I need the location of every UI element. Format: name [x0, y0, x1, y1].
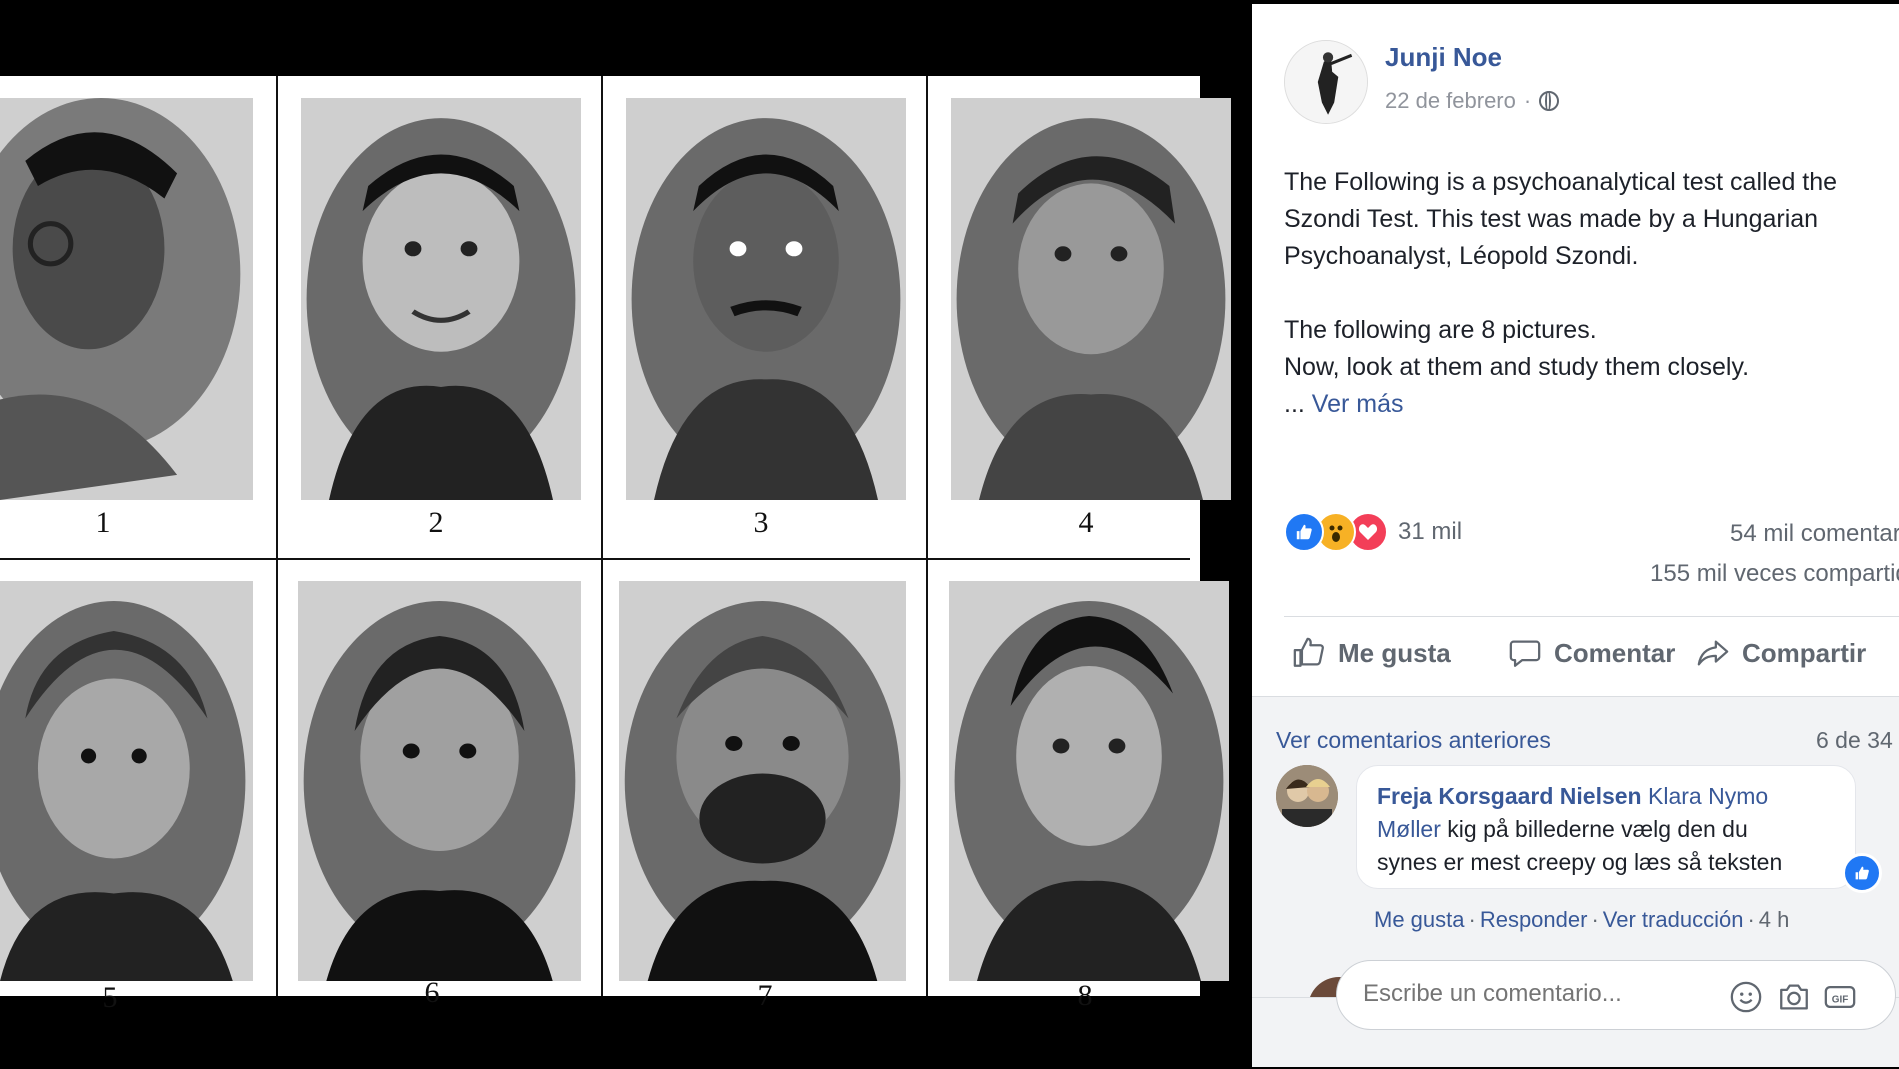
divider	[1284, 616, 1899, 617]
post-text-line: The following are 8 pictures.	[1284, 316, 1597, 344]
share-label: Compartir	[1742, 637, 1867, 668]
like-icon	[1855, 866, 1869, 880]
reactions-count[interactable]: 31 mil	[1398, 518, 1462, 546]
comments-section: Ver comentarios anteriores 6 de 34 Freja…	[1252, 697, 1899, 1043]
portrait-1	[0, 98, 253, 500]
comment-translate-link[interactable]: Ver traducción	[1603, 907, 1744, 932]
card-number: 5	[102, 981, 118, 1014]
share-button[interactable]: Compartir	[1696, 636, 1866, 670]
like-label: Me gusta	[1338, 637, 1451, 668]
post-text-line: Szondi Test. This test was made by a Hun…	[1284, 205, 1819, 233]
tagged-user[interactable]: Klara Nymo	[1648, 783, 1768, 809]
camera-icon[interactable]	[1777, 980, 1811, 1014]
comment-icon	[1509, 640, 1541, 667]
grid-line	[276, 76, 278, 996]
post-text-line: Now, look at them and study them closely…	[1284, 353, 1750, 381]
comment-button[interactable]: Comentar	[1508, 636, 1675, 670]
gif-icon[interactable]: GIF	[1823, 980, 1857, 1014]
card-number: 3	[753, 506, 769, 539]
card-number: 2	[428, 506, 444, 539]
comment-time[interactable]: 4 h	[1759, 907, 1790, 932]
szondi-sheet: 1 2 3 4 5 6 7 8	[0, 76, 1231, 1014]
portrait-2	[301, 98, 581, 500]
post-text-line: The Following is a psychoanalytical test…	[1284, 168, 1838, 196]
grid-line	[0, 558, 1190, 560]
commenter-avatar[interactable]	[1276, 765, 1338, 827]
portrait-3	[626, 98, 906, 500]
post-meta: 22 de febrero ·	[1385, 88, 1560, 114]
comments-count[interactable]: 54 mil comentarios	[1730, 520, 1899, 548]
see-more-line: ... Ver más	[1284, 386, 1899, 423]
card-number: 8	[1077, 979, 1093, 1012]
portrait-8	[949, 581, 1229, 981]
comment-line: Freja Korsgaard Nielsen Klara Nymo	[1377, 780, 1835, 813]
comment-line: Møller kig på billederne vælg den du	[1377, 813, 1835, 846]
shares-count[interactable]: 155 mil veces compartido	[1650, 560, 1899, 588]
like-icon	[1284, 512, 1324, 552]
svg-text:GIF: GIF	[1832, 995, 1849, 1006]
like-button[interactable]: Me gusta	[1292, 636, 1451, 670]
post-text-line	[1284, 275, 1899, 312]
comment-input[interactable]	[1361, 979, 1705, 1009]
thumbs-up-icon	[1293, 637, 1324, 667]
post-panel: Junji Noe 22 de febrero · The Following …	[1252, 4, 1899, 1067]
separator: ·	[1747, 907, 1755, 932]
author-name[interactable]: Junji Noe	[1385, 42, 1502, 73]
portrait-7	[619, 581, 906, 981]
comment-reply-link[interactable]: Responder	[1480, 907, 1588, 932]
view-previous-comments-link[interactable]: Ver comentarios anteriores	[1276, 727, 1551, 754]
comment-author[interactable]: Freja Korsgaard Nielsen	[1377, 783, 1642, 809]
comments-pagination: 6 de 34	[1816, 727, 1893, 753]
portrait-5	[0, 581, 253, 981]
comment-text: synes er mest creepy og læs så teksten	[1377, 849, 1783, 875]
see-more-link[interactable]: Ver más	[1312, 390, 1404, 418]
separator: ·	[1468, 907, 1476, 932]
ellipsis: ...	[1284, 390, 1312, 418]
post-text: The Following is a psychoanalytical test…	[1284, 164, 1899, 423]
grid-line	[601, 76, 603, 996]
emoji-icon[interactable]	[1729, 980, 1763, 1014]
card-number: 4	[1078, 506, 1094, 539]
globe-icon	[1539, 91, 1560, 111]
comment-text: kig på billederne vælg den du	[1447, 816, 1748, 842]
separator: ·	[1591, 907, 1599, 932]
card-number: 6	[424, 976, 440, 1009]
comment-like-link[interactable]: Me gusta	[1374, 907, 1465, 932]
card-number: 7	[757, 979, 773, 1012]
reactions-summary[interactable]: 31 mil	[1284, 512, 1462, 552]
grid-line	[926, 76, 928, 996]
comment-like-badge[interactable]	[1842, 853, 1882, 893]
meta-separator: ·	[1523, 88, 1532, 113]
share-icon	[1697, 640, 1729, 666]
comment-actions: Me gusta · Responder · Ver traducción · 4 h	[1374, 907, 1789, 933]
author-avatar[interactable]	[1284, 40, 1368, 124]
post-photo[interactable]: 1 2 3 4 5 6 7 8	[0, 0, 1251, 1069]
comment-input-wrapper[interactable]: GIF	[1336, 960, 1896, 1030]
portrait-6	[298, 581, 581, 981]
portrait-4	[951, 98, 1231, 500]
post-text-line: Psychoanalyst, Léopold Szondi.	[1284, 242, 1639, 270]
card-number: 1	[95, 506, 111, 539]
tagged-user[interactable]: Møller	[1377, 816, 1441, 842]
post-date[interactable]: 22 de febrero	[1385, 88, 1516, 114]
comment-bubble: Freja Korsgaard Nielsen Klara Nymo Mølle…	[1356, 765, 1856, 889]
comment-composer: GIF	[1252, 960, 1899, 1067]
comment-label: Comentar	[1554, 637, 1676, 668]
